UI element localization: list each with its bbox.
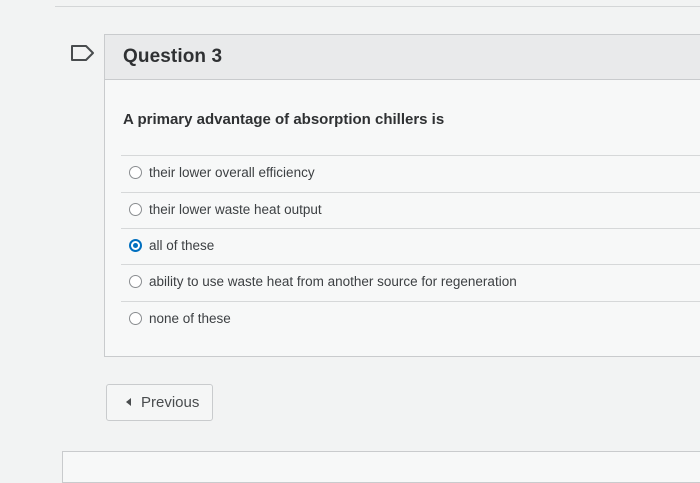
answer-option-5[interactable]: none of these [121, 301, 700, 338]
question-prompt: A primary advantage of absorption chille… [123, 111, 445, 128]
previous-button[interactable]: Previous [106, 384, 213, 421]
radio-button[interactable] [129, 203, 142, 216]
answer-option-label: ability to use waste heat from another s… [149, 274, 517, 289]
answer-option-4[interactable]: ability to use waste heat from another s… [121, 264, 700, 301]
top-divider [55, 6, 700, 7]
answer-option-2[interactable]: their lower waste heat output [121, 192, 700, 229]
triangle-left-icon [126, 398, 131, 406]
question-title: Question 3 [123, 46, 223, 67]
radio-button[interactable] [129, 166, 142, 179]
radio-button[interactable] [129, 312, 142, 325]
answer-option-3[interactable]: all of these [121, 228, 700, 265]
previous-button-label: Previous [141, 394, 200, 411]
question-header: Question 3 [105, 35, 700, 80]
answer-option-label: their lower waste heat output [149, 202, 322, 217]
answer-option-label: all of these [149, 238, 215, 253]
answer-option-1[interactable]: their lower overall efficiency [121, 155, 700, 192]
answer-option-label: their lower overall efficiency [149, 165, 315, 180]
question-card: Question 3 A primary advantage of absorp… [104, 34, 700, 357]
radio-button[interactable] [129, 275, 142, 288]
answer-option-label: none of these [149, 311, 231, 326]
bookmark-icon[interactable] [70, 44, 96, 62]
next-question-card [62, 451, 700, 483]
radio-button-selected[interactable] [129, 239, 142, 252]
